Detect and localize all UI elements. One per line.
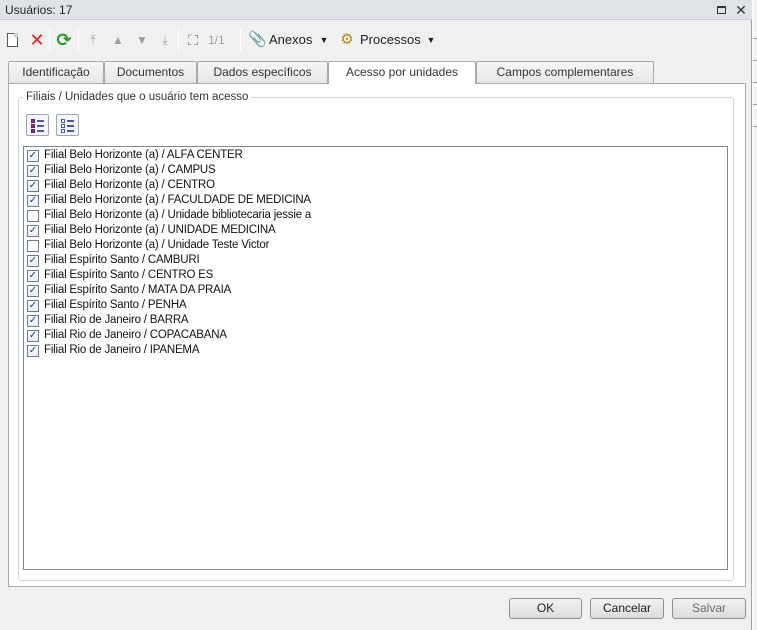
list-item-label: Filial Rio de Janeiro / IPANEMA (44, 344, 200, 356)
tab-strip: Identificação Documentos Dados específic… (8, 61, 748, 84)
list-item-label: Filial Rio de Janeiro / BARRA (44, 314, 189, 326)
first-record-icon[interactable]: ⤒ (85, 30, 101, 52)
list-item-label: Filial Belo Horizonte (a) / Unidade Test… (44, 239, 270, 251)
list-item-label: Filial Espírito Santo / CAMBURI (44, 254, 200, 266)
checkbox[interactable] (27, 240, 39, 252)
restore-window-button[interactable] (714, 2, 730, 18)
refresh-icon[interactable]: ⟳ (55, 30, 73, 52)
list-item-label: Filial Belo Horizonte (a) / UNIDADE MEDI… (44, 224, 276, 236)
previous-record-icon[interactable]: ▲ (110, 30, 126, 52)
chevron-down-icon[interactable]: ▼ (426, 30, 436, 52)
tab-panel: Filiais / Unidades que o usuário tem ace… (8, 83, 746, 587)
user-dialog-window: Usuários: 17 ✕ ✕ ⟳ ⤒ ▲ ▼ ⤓ ⛶ 1/1 📎 Anexo… (0, 0, 752, 630)
tab-campos-complementares[interactable]: Campos complementares (476, 61, 654, 83)
checkbox[interactable]: ✓ (27, 195, 39, 207)
list-item-label: Filial Belo Horizonte (a) / FACULDADE DE… (44, 194, 311, 206)
checkbox[interactable]: ✓ (27, 285, 39, 297)
list-item-label: Filial Espírito Santo / PENHA (44, 299, 187, 311)
checkbox[interactable]: ✓ (27, 255, 39, 267)
save-button[interactable]: Salvar (672, 598, 746, 619)
toolbar-separator (240, 28, 241, 52)
search-binoculars-icon[interactable]: ⛶ (184, 30, 202, 52)
ok-button[interactable]: OK (509, 598, 582, 619)
list-item-label: Filial Rio de Janeiro / COPACABANA (44, 329, 227, 341)
close-window-button[interactable]: ✕ (733, 2, 749, 18)
processes-button[interactable]: Processos (360, 30, 421, 52)
list-item-label: Filial Espírito Santo / MATA DA PRAIA (44, 284, 232, 296)
checkbox[interactable]: ✓ (27, 315, 39, 327)
window-title: Usuários: 17 (5, 3, 73, 17)
checkbox[interactable] (27, 210, 39, 222)
checkbox[interactable]: ✓ (27, 180, 39, 192)
new-document-icon[interactable] (5, 30, 21, 52)
checkbox[interactable]: ✓ (27, 270, 39, 282)
tab-dados-especificos[interactable]: Dados específicos (197, 61, 328, 83)
list-item-label: Filial Belo Horizonte (a) / CENTRO (44, 179, 215, 191)
cancel-button[interactable]: Cancelar (590, 598, 664, 619)
tab-acesso-por-unidades[interactable]: Acesso por unidades (328, 61, 476, 84)
chevron-down-icon[interactable]: ▼ (319, 30, 329, 52)
deselect-all-button[interactable] (56, 114, 79, 136)
toolbar-separator (49, 28, 50, 52)
restore-icon (717, 6, 726, 14)
next-record-icon[interactable]: ▼ (134, 30, 150, 52)
checkbox[interactable]: ✓ (27, 150, 39, 162)
list-item-label: Filial Espírito Santo / CENTRO ES (44, 269, 214, 281)
last-record-icon[interactable]: ⤓ (157, 30, 173, 52)
tab-documentos[interactable]: Documentos (104, 61, 197, 83)
toolbar-separator (178, 28, 179, 52)
delete-icon[interactable]: ✕ (28, 30, 46, 52)
attachments-button[interactable]: Anexos (269, 30, 312, 52)
checkbox[interactable]: ✓ (27, 225, 39, 237)
checkbox[interactable]: ✓ (27, 330, 39, 342)
list-item-label: Filial Belo Horizonte (a) / ALFA CENTER (44, 149, 243, 161)
list-item-label: Filial Belo Horizonte (a) / CAMPUS (44, 164, 216, 176)
group-legend: Filiais / Unidades que o usuário tem ace… (23, 91, 252, 103)
toolbar: ✕ ⟳ ⤒ ▲ ▼ ⤓ ⛶ 1/1 📎 Anexos ▼ ⚙ Processos… (0, 24, 752, 56)
toolbar-separator (78, 28, 79, 52)
checkbox[interactable]: ✓ (27, 300, 39, 312)
record-pager: 1/1 (208, 33, 225, 47)
processes-gear-icon[interactable]: ⚙ (338, 30, 356, 52)
tab-identificacao[interactable]: Identificação (8, 61, 104, 83)
list-item-label: Filial Belo Horizonte (a) / Unidade bibl… (44, 209, 312, 221)
title-bar: Usuários: 17 ✕ (0, 0, 752, 20)
units-checklist[interactable]: ✓ Filial Belo Horizonte (a) / ALFA CENTER… (23, 146, 728, 570)
background-window-edge (753, 0, 757, 630)
paperclip-icon[interactable]: 📎 (248, 30, 267, 52)
checkbox[interactable]: ✓ (27, 345, 39, 357)
checkbox[interactable]: ✓ (27, 165, 39, 177)
select-all-button[interactable] (26, 114, 49, 136)
